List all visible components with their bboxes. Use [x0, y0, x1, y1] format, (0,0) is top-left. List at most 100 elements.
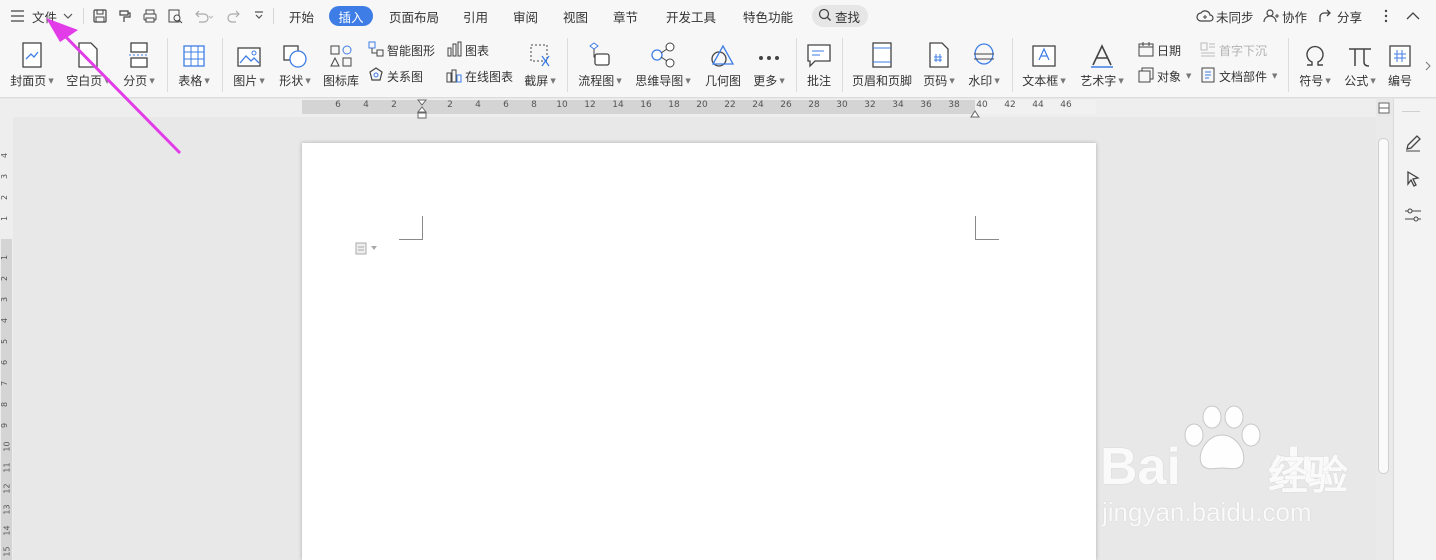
picture-button[interactable]: 图片 ▼: [230, 38, 268, 89]
sync-status[interactable]: 未同步: [1196, 0, 1254, 32]
ruler-tick-label: 30: [836, 100, 848, 110]
horizontal-ruler[interactable]: 6 4 2 2 4 6 8 10 12 14 16 18 20 22 24 26 28 30 32 34 36 38 40 4…: [0, 99, 1376, 119]
collapse-ribbon-icon[interactable]: [1406, 0, 1420, 32]
icon-library-button[interactable]: 图标库: [321, 38, 361, 89]
ruler-tick-label: 14: [612, 100, 624, 110]
ruler-tick-label: 6: [503, 100, 509, 110]
relation-diagram-button[interactable]: 关系图: [368, 66, 423, 86]
more-options-icon[interactable]: [1383, 0, 1389, 32]
tab-view[interactable]: 视图: [563, 0, 588, 32]
cloud-sync-icon: [1196, 9, 1214, 23]
right-indent-marker[interactable]: [970, 107, 980, 121]
ruler-tick-label: 16: [640, 100, 652, 110]
user-icon: [1263, 9, 1279, 23]
right-side-panel: [1393, 99, 1436, 560]
document-page[interactable]: [302, 143, 1096, 560]
tab-home[interactable]: 开始: [289, 0, 314, 32]
numbering-icon: [1388, 38, 1412, 68]
vertical-scrollbar-thumb[interactable]: [1378, 138, 1389, 474]
search-icon: [818, 8, 832, 25]
numbering-button[interactable]: 编号: [1384, 38, 1416, 89]
vertical-ruler[interactable]: 4 3 2 1 1 2 3 4 5 6 7 8 9 10 11 12 13 14 15: [0, 99, 13, 560]
mindmap-button[interactable]: 思维导图 ▼: [633, 38, 693, 89]
numbering-label: 编号: [1387, 74, 1412, 88]
vertical-ruler-tick-label: 13: [2, 504, 12, 515]
tab-references[interactable]: 引用: [463, 0, 488, 32]
customize-toolbar-icon[interactable]: [254, 0, 264, 32]
pen-edit-icon[interactable]: [1404, 134, 1422, 155]
select-cursor-icon[interactable]: [1404, 170, 1422, 191]
textbox-button[interactable]: 文本框 ▼: [1020, 38, 1068, 89]
vertical-ruler-tick-label: 11: [2, 462, 12, 473]
tab-special-features[interactable]: 特色功能: [743, 0, 793, 32]
vertical-ruler-tick-label: 7: [0, 380, 10, 387]
ruler-tick-label: 12: [584, 100, 596, 110]
tab-insert[interactable]: 插入: [329, 6, 373, 26]
tab-section[interactable]: 章节: [613, 0, 638, 32]
drop-cap-button[interactable]: 首字下沉: [1200, 40, 1267, 60]
formula-button[interactable]: 公式 ▼: [1341, 38, 1379, 89]
tab-page-layout[interactable]: 页面布局: [389, 0, 439, 32]
date-button[interactable]: 日期: [1138, 40, 1181, 60]
search-button[interactable]: 查找: [812, 5, 869, 27]
paste-options-icon[interactable]: [355, 241, 377, 255]
ruler-tick-label: 10: [556, 100, 568, 110]
mindmap-icon: [650, 38, 676, 68]
ruler-tick-label: 4: [475, 100, 481, 110]
share-button[interactable]: 分享: [1318, 0, 1362, 32]
vertical-ruler-tick-label: 3: [0, 173, 10, 180]
smart-art-button[interactable]: 智能图形: [368, 40, 435, 60]
vertical-ruler-tick-label: 14: [2, 525, 12, 536]
flowchart-icon: [587, 38, 613, 68]
doc-parts-label: 文档部件: [1219, 69, 1268, 84]
settings-sliders-icon[interactable]: [1404, 206, 1422, 227]
ruler-tick-label: 22: [724, 100, 736, 110]
online-chart-button[interactable]: 在线图表: [446, 66, 513, 86]
drop-cap-label: 首字下沉: [1219, 43, 1268, 58]
shape-button[interactable]: 形状 ▼: [276, 38, 314, 89]
flowchart-button[interactable]: 流程图 ▼: [576, 38, 624, 89]
page-number-button[interactable]: 页码 ▼: [921, 38, 957, 89]
vertical-ruler-tick-label: 5: [0, 338, 10, 345]
ruler-tick-label: 38: [948, 100, 960, 110]
header-footer-button[interactable]: 页眉和页脚: [849, 38, 915, 89]
vertical-ruler-tick-label: 6: [0, 359, 10, 366]
ruler-tick-label: 36: [920, 100, 932, 110]
ribbon-scroll-right-icon[interactable]: [1424, 60, 1432, 74]
comment-icon: [806, 38, 832, 68]
object-label: 对象: [1157, 69, 1182, 84]
ruler-tick-label: 20: [696, 100, 708, 110]
geometry-button[interactable]: 几何图: [703, 38, 743, 89]
first-line-indent-marker[interactable]: [416, 99, 428, 122]
flowchart-label: 流程图: [578, 74, 615, 88]
doc-parts-button[interactable]: 文档部件 ▼: [1200, 66, 1277, 86]
ruler-tick-label: 28: [808, 100, 820, 110]
split-view-icon[interactable]: [1378, 102, 1390, 117]
ruler-tick-label: 44: [1032, 100, 1044, 110]
geometry-icon: [710, 38, 736, 68]
ruler-tick-label: 6: [335, 100, 341, 110]
watermark-button[interactable]: 水印 ▼: [965, 38, 1003, 89]
chart-button[interactable]: 图表: [446, 40, 489, 60]
redo-icon[interactable]: [226, 0, 242, 32]
wordart-button[interactable]: 艺术字 ▼: [1078, 38, 1126, 89]
drop-cap-icon: [1200, 41, 1216, 60]
collaborate-button[interactable]: 协作: [1263, 0, 1307, 32]
tab-review[interactable]: 审阅: [513, 0, 538, 32]
menubar: 文件 开始 插入 页面布局 引用 审阅 视图 章节 开发工具 特色功能 查找 未…: [0, 0, 1436, 32]
collaborate-label: 协作: [1282, 9, 1308, 25]
more-label: 更多: [753, 74, 778, 88]
comment-label: 批注: [806, 74, 831, 88]
vertical-ruler-tick-label: 1: [0, 254, 10, 261]
ruler-tick-label: 2: [447, 100, 453, 110]
header-footer-label: 页眉和页脚: [851, 74, 912, 88]
screenshot-button[interactable]: 截屏 ▼: [521, 38, 559, 89]
icon-library-icon: [329, 38, 353, 68]
object-button[interactable]: 对象 ▼: [1138, 66, 1191, 86]
ruler-tick-label: 46: [1060, 100, 1072, 110]
tab-developer[interactable]: 开发工具: [666, 0, 716, 32]
symbol-button[interactable]: 符号 ▼: [1295, 38, 1335, 89]
more-button[interactable]: 更多 ▼: [750, 38, 788, 89]
vertical-ruler-tick-label: 9: [0, 422, 10, 429]
comment-button[interactable]: 批注: [803, 38, 835, 89]
